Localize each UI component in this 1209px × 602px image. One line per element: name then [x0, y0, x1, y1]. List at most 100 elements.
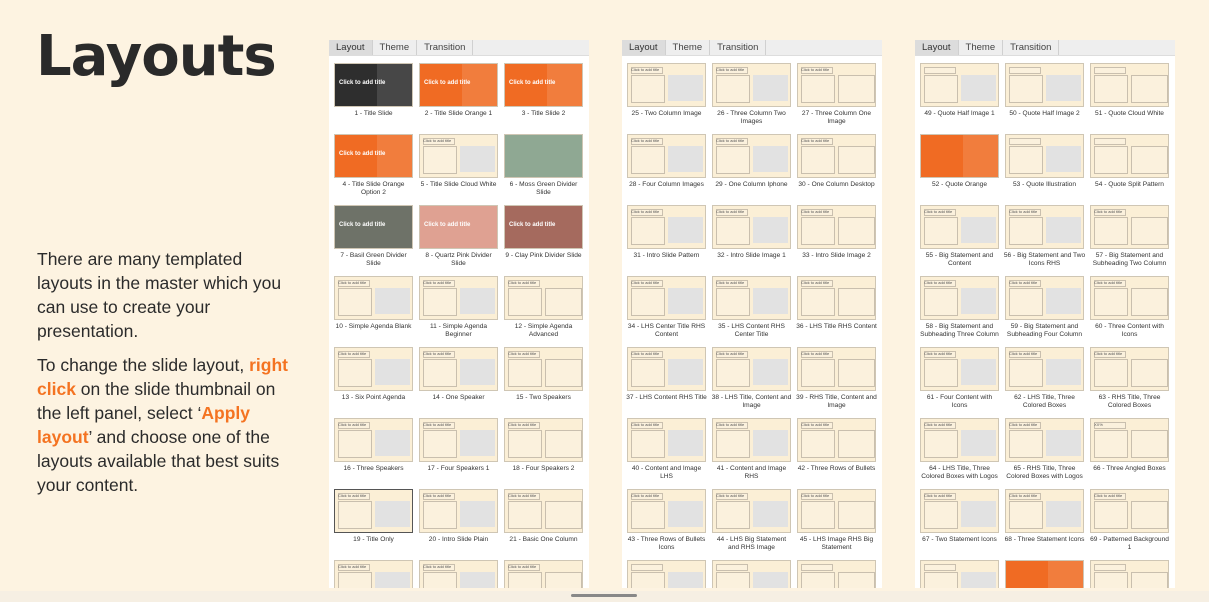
layout-thumbnail-item[interactable]: Click to add title 63 - RHS Title, Three … [1089, 347, 1170, 418]
slide-thumbnail[interactable]: Click to add title [920, 489, 999, 533]
slide-thumbnail[interactable]: Click to add title [1005, 205, 1084, 249]
layout-thumbnail-item[interactable]: Click to add title 11 - Simple Agenda Beg… [418, 276, 499, 347]
slide-thumbnail[interactable] [1090, 560, 1169, 588]
layout-thumbnail-item[interactable]: Click to add title22 - Basic Two Column [333, 560, 414, 588]
slide-thumbnail[interactable]: Click to add title [797, 205, 876, 249]
slide-thumbnail[interactable]: Click to add title [334, 134, 413, 178]
layout-thumbnail-item[interactable]: Click to add title 43 - Three Rows of Bul… [626, 489, 707, 560]
slide-thumbnail[interactable]: Click to add title [334, 560, 413, 588]
slide-thumbnail[interactable]: Click to add title [419, 489, 498, 533]
slide-thumbnail[interactable]: Click to add title [712, 418, 791, 462]
tab-layout[interactable]: Layout [329, 40, 373, 55]
layout-thumbnail-item[interactable]: Click to add title 41 - Content and Image… [711, 418, 792, 489]
tab-theme[interactable]: Theme [959, 40, 1004, 55]
layout-thumbnail-item[interactable]: Click to add title 62 - LHS Title, Three … [1004, 347, 1085, 418]
slide-thumbnail[interactable]: Click to add title [334, 63, 413, 107]
layout-thumbnail-item[interactable]: 54 - Quote Split Pattern [1089, 134, 1170, 205]
layout-thumbnail-item[interactable]: XX% 66 - Three Angled Boxes [1089, 418, 1170, 489]
slide-thumbnail[interactable] [712, 560, 791, 588]
tab-transition[interactable]: Transition [710, 40, 767, 55]
slide-thumbnail[interactable]: Click to add title [419, 347, 498, 391]
tab-layout[interactable]: Layout [622, 40, 666, 55]
layout-thumbnail-item[interactable]: Click to add title 27 - Three Column One … [796, 63, 877, 134]
slide-thumbnail[interactable]: Click to add title [334, 418, 413, 462]
layout-thumbnail-item[interactable]: Click to add title 69 - Patterned Backgro… [1089, 489, 1170, 560]
layout-thumbnail-item[interactable]: 6 - Moss Green Divider Slide [503, 134, 584, 205]
layout-thumbnail-item[interactable]: Click to add title 12 - Simple Agenda Adv… [503, 276, 584, 347]
layout-thumbnail-item[interactable]: Click to add title 28 - Four Column Image… [626, 134, 707, 205]
slide-thumbnail[interactable]: Click to add title [1005, 489, 1084, 533]
slide-thumbnail[interactable]: Click to add title [1090, 347, 1169, 391]
layout-thumbnail-item[interactable]: Click to add title 32 - Intro Slide Image… [711, 205, 792, 276]
slide-thumbnail[interactable]: Click to add title [797, 418, 876, 462]
layout-thumbnail-item[interactable]: 50 - Quote Half Image 2 [1004, 63, 1085, 134]
layout-thumbnail-item[interactable]: Click to add title 15 - Two Speakers [503, 347, 584, 418]
layout-thumbnail-item[interactable]: Click to add title 34 - LHS Center Title … [626, 276, 707, 347]
slide-thumbnail[interactable] [627, 560, 706, 588]
layout-thumbnail-item[interactable]: Click to add title 68 - Three Statement I… [1004, 489, 1085, 560]
layout-thumbnail-item[interactable] [711, 560, 792, 588]
layout-thumbnail-item[interactable]: 53 - Quote Illustration [1004, 134, 1085, 205]
layout-thumbnail-item[interactable]: Click to add title 36 - LHS Title RHS Con… [796, 276, 877, 347]
layout-thumbnail-item[interactable] [626, 560, 707, 588]
slide-thumbnail[interactable]: Click to add title [627, 489, 706, 533]
slide-thumbnail[interactable]: Click to add title [920, 347, 999, 391]
layout-thumbnail-item[interactable]: Click to add title 18 - Four Speakers 2 [503, 418, 584, 489]
layout-thumbnail-item[interactable] [919, 560, 1000, 588]
slide-thumbnail[interactable] [504, 134, 583, 178]
slide-thumbnail[interactable]: Click to add title [1005, 418, 1084, 462]
slide-thumbnail[interactable]: Click to add title [1090, 205, 1169, 249]
layout-thumbnail-item[interactable] [1004, 560, 1085, 588]
slide-thumbnail[interactable]: Click to add title [504, 418, 583, 462]
slide-thumbnail[interactable] [797, 560, 876, 588]
slide-thumbnail[interactable]: Click to add title [627, 134, 706, 178]
slide-thumbnail[interactable]: Click to add title [504, 560, 583, 588]
layout-thumbnail-item[interactable]: Click to add title 45 - LHS Image RHS Big… [796, 489, 877, 560]
slide-thumbnail[interactable]: Click to add title [419, 276, 498, 320]
layout-thumbnail-item[interactable]: Click to add title 10 - Simple Agenda Bla… [333, 276, 414, 347]
slide-thumbnail[interactable]: Click to add title [797, 134, 876, 178]
slide-thumbnail[interactable] [1090, 63, 1169, 107]
layout-thumbnail-item[interactable]: Click to add title 57 - Big Statement and… [1089, 205, 1170, 276]
layout-thumbnail-item[interactable]: Click to add title 13 - Six Point Agenda [333, 347, 414, 418]
layout-thumbnail-item[interactable]: Click to add title 19 - Title Only [333, 489, 414, 560]
slide-thumbnail[interactable]: Click to add title [712, 276, 791, 320]
layout-thumbnail-item[interactable]: Click to add title 25 - Two Column Image [626, 63, 707, 134]
slide-thumbnail[interactable]: Click to add title [504, 205, 583, 249]
layout-thumbnail-item[interactable]: Click to add title 30 - One Column Deskto… [796, 134, 877, 205]
slide-thumbnail[interactable]: Click to add title [920, 276, 999, 320]
layout-thumbnail-item[interactable]: Click to add title 67 - Two Statement Ico… [919, 489, 1000, 560]
slide-thumbnail[interactable]: Click to add title [419, 205, 498, 249]
slide-thumbnail[interactable]: Click to add title [334, 489, 413, 533]
tab-theme[interactable]: Theme [373, 40, 418, 55]
slide-thumbnail[interactable]: Click to add title [334, 276, 413, 320]
layout-thumbnail-item[interactable]: Click to add title 39 - RHS Title, Conten… [796, 347, 877, 418]
layout-thumbnail-item[interactable] [1089, 560, 1170, 588]
slide-thumbnail[interactable] [1005, 134, 1084, 178]
layout-thumbnail-item[interactable]: Click to add title 44 - LHS Big Statement… [711, 489, 792, 560]
layout-thumbnail-item[interactable]: Click to add title24 - Basic Four Column [503, 560, 584, 588]
layout-thumbnail-item[interactable]: Click to add title 37 - LHS Content RHS T… [626, 347, 707, 418]
layout-thumbnail-item[interactable]: 49 - Quote Half Image 1 [919, 63, 1000, 134]
layout-thumbnail-item[interactable]: Click to add title 56 - Big Statement and… [1004, 205, 1085, 276]
layout-thumbnail-item[interactable]: Click to add title 17 - Four Speakers 1 [418, 418, 499, 489]
layout-thumbnail-item[interactable]: Click to add title 7 - Basil Green Divide… [333, 205, 414, 276]
layout-thumbnail-item[interactable]: Click to add title 31 - Intro Slide Patte… [626, 205, 707, 276]
slide-thumbnail[interactable]: Click to add title [627, 63, 706, 107]
slide-thumbnail[interactable]: Click to add title [920, 418, 999, 462]
layout-thumbnail-item[interactable]: Click to add title 35 - LHS Content RHS C… [711, 276, 792, 347]
tab-layout[interactable]: Layout [915, 40, 959, 55]
layout-thumbnail-item[interactable]: Click to add title 29 - One Column Iphone [711, 134, 792, 205]
layout-thumbnail-item[interactable]: Click to add title 26 - Three Column Two … [711, 63, 792, 134]
layout-thumbnail-item[interactable]: Click to add title 65 - RHS Title, Three … [1004, 418, 1085, 489]
layout-thumbnail-item[interactable]: Click to add title 20 - Intro Slide Plain [418, 489, 499, 560]
layout-thumbnail-item[interactable]: Click to add title 42 - Three Rows of Bul… [796, 418, 877, 489]
layout-thumbnail-item[interactable]: Click to add title 2 - Title Slide Orange… [418, 63, 499, 134]
layout-thumbnail-item[interactable]: Click to add title 64 - LHS Title, Three … [919, 418, 1000, 489]
layout-thumbnail-item[interactable]: Click to add title 60 - Three Content wit… [1089, 276, 1170, 347]
slide-thumbnail[interactable]: Click to add title [797, 276, 876, 320]
slide-thumbnail[interactable]: Click to add title [712, 205, 791, 249]
slide-thumbnail[interactable]: Click to add title [712, 489, 791, 533]
slide-thumbnail[interactable]: Click to add title [504, 347, 583, 391]
tab-theme[interactable]: Theme [666, 40, 711, 55]
